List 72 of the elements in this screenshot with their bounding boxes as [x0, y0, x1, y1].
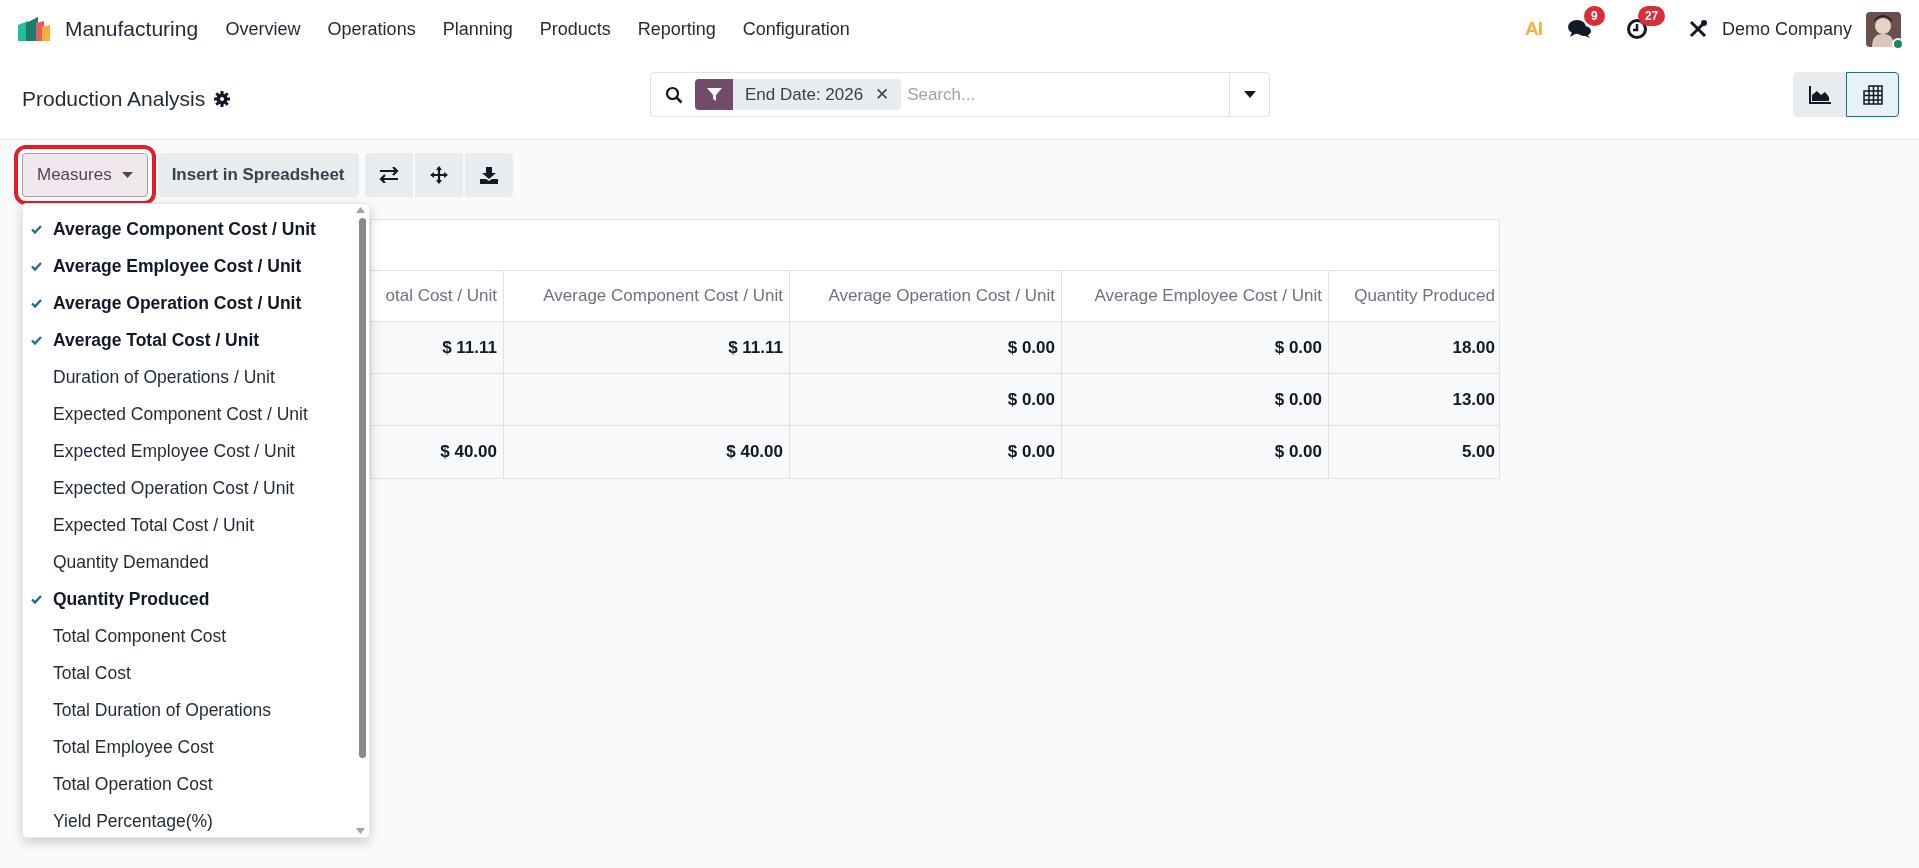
- app-logo-icon[interactable]: [18, 17, 50, 41]
- column-header[interactable]: Average Component Cost / Unit: [503, 271, 789, 321]
- view-switch-button[interactable]: [1846, 72, 1899, 117]
- column-header[interactable]: Quantity Produced: [1328, 271, 1501, 321]
- measure-item[interactable]: Average Employee Cost / Unit: [23, 248, 369, 285]
- filter-icon: [706, 87, 722, 102]
- table-cell-text: $ 0.00: [1274, 336, 1322, 359]
- expand-all-button[interactable]: [414, 153, 463, 197]
- download-button[interactable]: [464, 153, 513, 197]
- table-cell-text: $ 0.00: [1007, 441, 1055, 464]
- measure-item[interactable]: Expected Total Cost / Unit: [23, 507, 369, 544]
- download-icon: [479, 166, 498, 184]
- measure-item[interactable]: Total Operation Cost: [23, 766, 369, 803]
- insert-in-spreadsheet-button[interactable]: Insert in Spreadsheet: [157, 153, 359, 197]
- table-cell-text: $ 0.00: [1007, 336, 1055, 359]
- table-cell-text: $ 11.11: [728, 336, 783, 359]
- table-icon: [1862, 84, 1883, 105]
- clock-icon[interactable]: [1625, 18, 1648, 40]
- measure-item[interactable]: Yield Percentage(%): [23, 803, 369, 840]
- menu-item[interactable]: Reporting: [624, 15, 730, 43]
- notification-badge: 9: [1583, 6, 1605, 26]
- measure-item[interactable]: Average Total Cost / Unit: [23, 322, 369, 359]
- measure-item[interactable]: Total Component Cost: [23, 618, 369, 655]
- search-input[interactable]: Search...: [907, 81, 1229, 108]
- menu-item[interactable]: Operations: [314, 15, 430, 43]
- column-header[interactable]: Average Operation Cost / Unit: [789, 271, 1061, 321]
- table-cell-text: $ 40.00: [726, 441, 783, 464]
- measure-item[interactable]: Total Duration of Operations: [23, 692, 369, 729]
- measure-item[interactable]: Expected Component Cost / Unit: [23, 396, 369, 433]
- measure-item[interactable]: Total Employee Cost: [23, 729, 369, 766]
- table-cell-text: $ 0.00: [1007, 388, 1055, 411]
- menu-item[interactable]: Products: [526, 15, 625, 43]
- measure-item[interactable]: Average Component Cost / Unit: [23, 211, 369, 248]
- column-header[interactable]: Average Employee Cost / Unit: [1061, 271, 1328, 321]
- menu-item[interactable]: Planning: [429, 15, 527, 43]
- table-cell-text: $ 40.00: [440, 441, 497, 464]
- chat-icon[interactable]: [1567, 18, 1592, 40]
- flip-axis-button[interactable]: [364, 153, 413, 197]
- app-name[interactable]: Manufacturing: [65, 13, 199, 45]
- tools-icon[interactable]: [1687, 19, 1708, 39]
- menu-item[interactable]: Configuration: [729, 15, 864, 43]
- table-cell-text: $ 11.11: [442, 336, 497, 359]
- menu-item[interactable]: Overview: [212, 15, 315, 43]
- column-header[interactable]: otal Cost / Unit: [371, 271, 503, 321]
- measure-item[interactable]: Quantity Produced: [23, 581, 369, 618]
- filter-facet[interactable]: End Date: 2026 ✕: [695, 79, 902, 110]
- notification-badge: 27: [1637, 6, 1666, 26]
- search-field[interactable]: End Date: 2026 ✕ Search...: [650, 72, 1270, 117]
- user-avatar[interactable]: [1866, 11, 1901, 47]
- table-cell-text: $ 0.00: [1274, 441, 1322, 464]
- measure-item[interactable]: Average Operation Cost / Unit: [23, 285, 369, 322]
- measure-item[interactable]: Duration of Operations / Unit: [23, 359, 369, 396]
- scrollbar-thumb[interactable]: [359, 218, 366, 758]
- dropdown-caret-icon[interactable]: [1243, 91, 1256, 98]
- measure-item[interactable]: Total Cost: [23, 655, 369, 692]
- settings-icon[interactable]: [214, 90, 231, 107]
- facet-value: End Date: 2026: [745, 83, 864, 106]
- measure-item[interactable]: Expected Employee Cost / Unit: [23, 433, 369, 470]
- area-chart-icon: [1808, 85, 1831, 104]
- search-icon[interactable]: [665, 85, 683, 104]
- table-cell-text: 13.00: [1452, 388, 1495, 411]
- remove-facet-icon[interactable]: ✕: [875, 81, 890, 108]
- measure-item[interactable]: Expected Operation Cost / Unit: [23, 470, 369, 507]
- caret-icon: [121, 172, 133, 178]
- table-cell-text: $ 0.00: [1274, 388, 1322, 411]
- table-cell-text: 18.00: [1452, 336, 1495, 359]
- move-arrows-icon: [429, 166, 448, 184]
- swap-arrows-icon: [378, 167, 399, 183]
- company-name[interactable]: Demo Company: [1721, 15, 1852, 43]
- page-title: Production Analysis: [22, 85, 206, 112]
- table-cell-text: 5.00: [1461, 441, 1495, 464]
- measure-item[interactable]: Quantity Demanded: [23, 544, 369, 581]
